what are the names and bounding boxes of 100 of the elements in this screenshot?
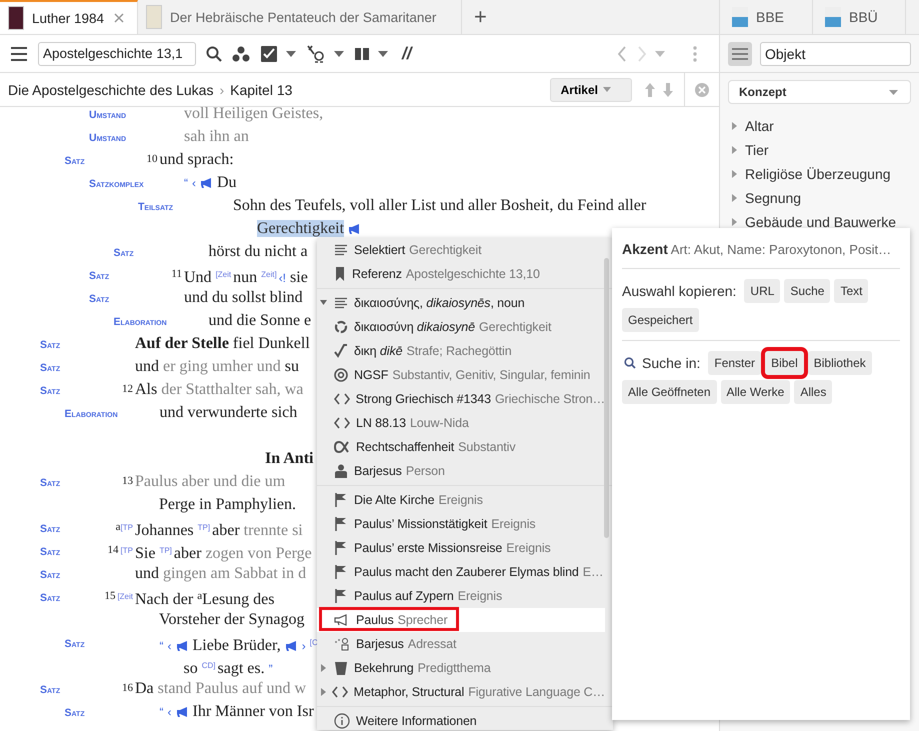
caret-down-icon[interactable] [320,299,327,307]
search-scope-button[interactable]: Alle Werke [720,380,790,404]
search-scope-button[interactable]: Alle Geöffneten [622,380,717,404]
verse-text: stand Paulus auf und w [158,680,306,697]
footnote-mark[interactable]: a [116,521,121,533]
copy-button[interactable]: Suche [784,279,830,303]
more-icon[interactable] [693,46,697,62]
flag-icon [334,589,348,603]
columns-icon[interactable] [354,46,370,62]
lines-icon [334,297,348,309]
concept-dropdown[interactable]: Konzept [728,80,911,104]
menu-item[interactable]: Die Alte Kirche Ereignis [317,488,605,512]
annotation-mark: ‹! [278,271,286,285]
menu-item[interactable]: Bekehrung Predigtthema [317,656,605,680]
search-icon[interactable] [206,46,222,62]
verse-number: 15 [104,590,116,602]
section-heading: In Anti [265,450,314,467]
resource-tab[interactable]: BBÜ [813,0,906,34]
caret-icon[interactable] [889,90,898,94]
copy-label: Auswahl kopieren: [622,283,736,299]
menu-item[interactable]: Metaphor, Structural Figurative Language C… [317,680,605,704]
verse-text: Da [135,680,154,697]
tree-item[interactable]: Segnung [745,190,802,206]
parallel-button[interactable]: // [398,44,416,64]
menu-item[interactable]: NGSF Substantiv, Genitiv, Singular, feminin [317,363,605,387]
caret-icon[interactable] [378,50,388,56]
footnote-mark[interactable]: a [197,590,202,602]
down-arrow-icon[interactable] [662,82,674,98]
document-tab[interactable]: Luther 1984 [0,0,138,34]
search-scope-button[interactable]: Alles [794,380,832,404]
book-cover-icon [146,5,162,29]
tree-item[interactable]: Gebäude und Bauwerke [745,214,896,230]
menu-item[interactable]: Paulus macht den Zauberer Elymas blind E… [317,560,605,584]
caret-right-icon[interactable] [731,218,738,226]
reference-field[interactable]: Apostelgeschichte 13,1 [38,42,196,66]
checkbox-icon[interactable] [260,44,278,62]
verse-number: 11 [171,268,182,280]
caret-right-icon[interactable] [731,122,738,130]
menu-button[interactable] [728,42,752,66]
verse-text: Sohn des Teufels, voll aller List und aller Bosheit, du Feind aller [233,197,646,214]
clause-label: Satz [40,592,60,604]
clause-label: Satz [64,155,85,167]
menu-item[interactable]: Paulus’ erste Missionsreise Ereignis [317,536,605,560]
verse-text: Sie [135,545,156,562]
tree-item[interactable]: Religiöse Überzeugung [745,166,891,182]
menu-item[interactable]: Referenz Apostelgeschichte 13,10 [317,262,605,286]
verse-number: 13 [122,475,133,487]
menu-item[interactable]: LN 88.13 Louw-Nida [317,411,605,435]
close-icon[interactable] [695,82,709,96]
caret-right-icon[interactable] [731,146,738,154]
search-scope-button[interactable]: Fenster [708,351,762,375]
tree-item[interactable]: Altar [745,118,774,134]
menu-icon[interactable] [10,46,28,60]
clause-label: Elaboration [114,316,167,328]
caret-right-icon[interactable] [320,688,327,696]
flag-icon [334,517,348,531]
symbol-icon[interactable] [306,44,326,62]
circles-icon[interactable] [232,46,250,62]
menu-item[interactable]: δικη dikē Strafe; Rachegöttin [317,339,605,363]
verse-text: aber [174,545,202,562]
menu-item[interactable]: δικαιοσύνης, dikaiosynēs, noun [317,291,605,315]
verse-text: sie [290,269,308,286]
copy-button[interactable]: Text [834,279,868,303]
close-icon[interactable] [114,13,124,23]
annotation-mark: ” [268,662,273,676]
copy-button[interactable]: URL [744,279,780,303]
verse-text: trennte si [244,522,303,539]
caret-right-icon[interactable] [320,664,327,672]
menu-item[interactable]: δικαιοσύνη dikaiosynē Gerechtigkeit [317,315,605,339]
view-dropdown[interactable]: Artikel [550,78,632,102]
menu-item[interactable]: Weitere Informationen [317,709,605,730]
resource-tab[interactable]: BBE [720,0,813,34]
search-scope-button[interactable]: Bibliothek [808,351,872,375]
annotation-tag: [TP [120,523,133,532]
caret-right-icon[interactable] [731,194,738,202]
verse-text: Johannes [135,522,194,539]
menu-item[interactable]: Rechtschaffenheit Substantiv [317,435,605,459]
search-field[interactable]: Objekt [760,42,911,66]
selected-word[interactable]: Gerechtigkeit [257,220,344,237]
caret-right-icon[interactable] [731,170,738,178]
caret-icon[interactable] [334,50,344,56]
breadcrumb-link[interactable]: Kapitel 13 [230,82,292,98]
caret-icon[interactable] [603,87,611,92]
tree-item[interactable]: Tier [745,142,769,158]
menu-item[interactable]: Paulus auf Zypern Ereignis [317,584,605,608]
copy-button[interactable]: Gespeichert [622,308,699,332]
caret-icon[interactable] [286,50,296,56]
up-arrow-icon[interactable] [644,82,656,98]
menu-item[interactable]: Barjesus Adressat [317,632,605,656]
back-icon[interactable] [617,46,627,62]
document-tab[interactable]: Der Hebräische Pentateuch der Samaritaner [138,0,462,34]
search-scope-button[interactable]: Bibel [765,351,804,375]
menu-item[interactable]: Paulus’ Missionstätigkeit Ereignis [317,512,605,536]
new-tab-button[interactable]: + [462,0,499,34]
menu-item[interactable]: Paulus Sprecher [317,608,605,632]
breadcrumb-link[interactable]: Die Apostelgeschichte des Lukas [8,82,214,98]
menu-item[interactable]: Strong Griechisch #1343 Griechische Stron… [317,387,605,411]
menu-item[interactable]: Barjesus Person [317,459,605,483]
scrollbar[interactable] [604,258,609,538]
menu-item[interactable]: Selektiert Gerechtigkeit [317,238,605,262]
